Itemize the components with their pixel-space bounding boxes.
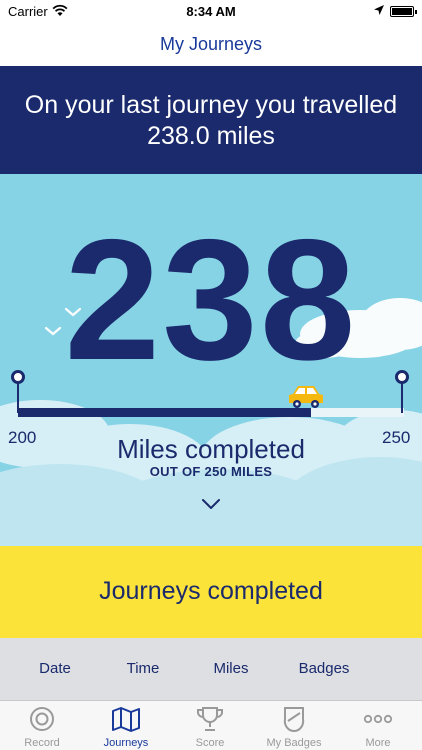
tab-record[interactable]: Record bbox=[0, 701, 84, 750]
chevron-down-icon[interactable] bbox=[201, 498, 221, 510]
miles-total-label: OUT OF 250 MILES bbox=[149, 464, 273, 479]
status-bar: Carrier 8:34 AM bbox=[0, 0, 422, 22]
column-header-date[interactable]: Date bbox=[15, 660, 95, 677]
miles-completed-label: Miles completed bbox=[117, 434, 305, 464]
end-pin-icon bbox=[395, 370, 409, 414]
tab-score-label: Score bbox=[195, 737, 225, 749]
tab-more-label: More bbox=[365, 737, 391, 749]
miles-value: 238 bbox=[64, 204, 358, 396]
column-header-miles[interactable]: Miles bbox=[191, 660, 271, 677]
tab-my-badges[interactable]: My Badges bbox=[252, 701, 336, 750]
more-dots-icon bbox=[363, 714, 393, 724]
miles-progress-panel: 238 200 250 Miles completed OUT OF 250 M… bbox=[0, 174, 422, 546]
column-header-badges[interactable]: Badges bbox=[284, 660, 364, 677]
tab-record-label: Record bbox=[24, 737, 60, 749]
trophy-icon bbox=[197, 707, 223, 731]
tab-journeys-label: Journeys bbox=[103, 737, 149, 749]
column-header-time[interactable]: Time bbox=[103, 660, 183, 677]
tab-my-badges-label: My Badges bbox=[266, 737, 322, 749]
last-journey-banner: On your last journey you travelled 238.0… bbox=[0, 66, 422, 174]
record-icon bbox=[30, 707, 54, 731]
progress-track bbox=[18, 408, 404, 417]
start-pin-icon bbox=[11, 370, 25, 414]
tab-score[interactable]: Score bbox=[168, 701, 252, 750]
map-icon bbox=[112, 707, 140, 732]
clock: 8:34 AM bbox=[186, 4, 236, 19]
navigation-bar: My Journeys bbox=[0, 22, 422, 66]
journeys-completed-label: Journeys completed bbox=[99, 577, 323, 605]
badge-shield-icon bbox=[283, 707, 305, 733]
location-arrow-icon bbox=[374, 5, 384, 15]
progress-fill bbox=[18, 408, 312, 417]
tab-journeys[interactable]: Journeys bbox=[84, 701, 168, 750]
page-title: My Journeys bbox=[159, 34, 263, 54]
tab-bar: Record Journeys Score My Badges More bbox=[0, 700, 422, 750]
battery-icon bbox=[390, 6, 417, 17]
tab-more[interactable]: More bbox=[336, 701, 420, 750]
journeys-table-header: Date Time Miles Badges bbox=[0, 638, 422, 700]
journeys-completed-panel[interactable]: Journeys completed bbox=[0, 546, 422, 638]
car-icon bbox=[289, 386, 324, 408]
